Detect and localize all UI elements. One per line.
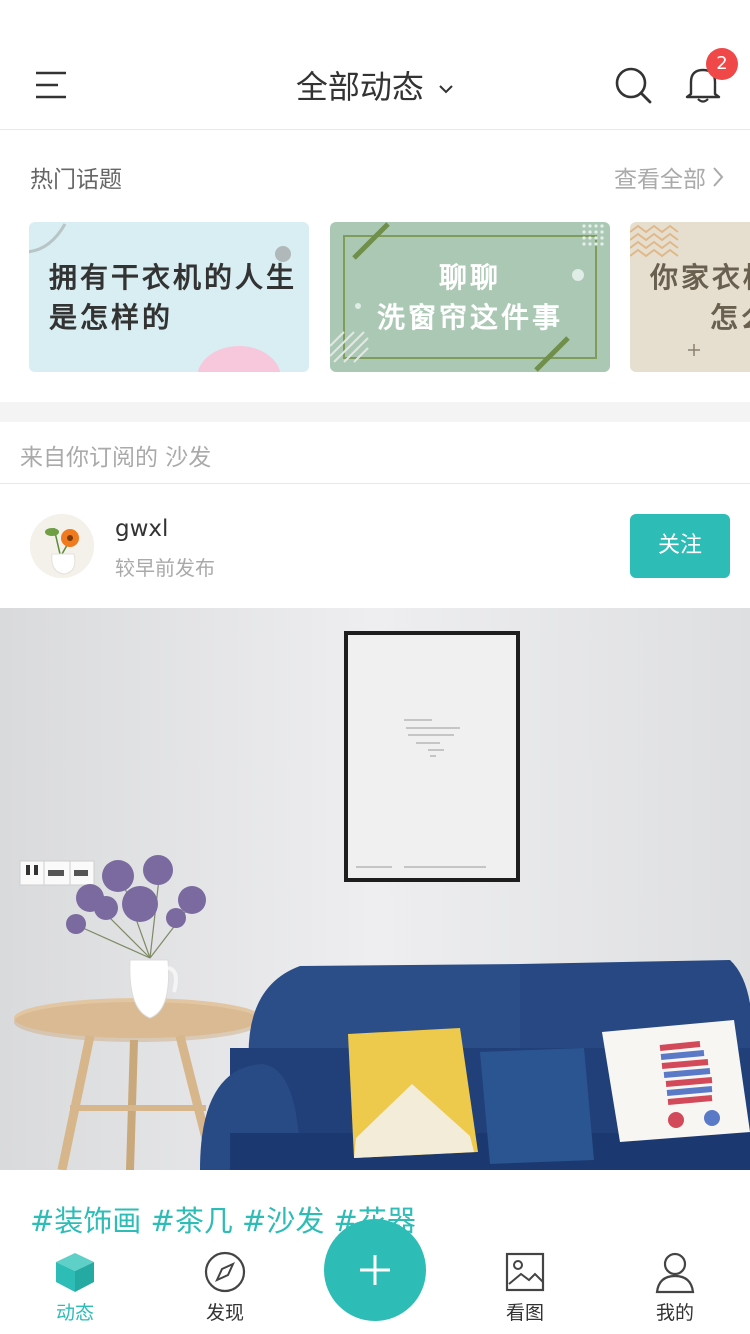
person-icon xyxy=(655,1252,695,1294)
page-title: 全部动态 xyxy=(295,68,424,106)
tab-pictures[interactable]: 看图 xyxy=(475,1250,575,1325)
username[interactable]: gwxl xyxy=(115,516,168,542)
tab-pictures-label: 看图 xyxy=(505,1302,544,1324)
post-photo[interactable] xyxy=(0,608,750,1170)
see-all-link[interactable]: 查看全部 xyxy=(614,160,724,194)
topic-card[interactable]: 你家衣柜 怎么 xyxy=(630,222,750,372)
topic-card-title: 聊聊 洗窗帘这件事 xyxy=(376,261,563,334)
topic-card[interactable]: 拥有干衣机的人生 是怎样的 xyxy=(29,222,309,372)
topic-card[interactable]: 聊聊 洗窗帘这件事 xyxy=(330,222,610,372)
top-header: 全部动态 2 xyxy=(0,0,750,130)
section-divider xyxy=(0,402,750,422)
tab-me[interactable]: 我的 xyxy=(625,1250,725,1325)
hot-topics-title: 热门话题 xyxy=(30,167,122,193)
divider xyxy=(0,483,750,484)
tab-discover[interactable]: 发现 xyxy=(175,1250,275,1325)
chevron-right-icon xyxy=(713,167,724,187)
subscription-source-label: 来自你订阅的 沙发 xyxy=(20,445,212,471)
cube-icon xyxy=(56,1253,94,1292)
topic-card-title: 你家衣柜 怎么 xyxy=(650,261,750,334)
topic-card-title: 拥有干衣机的人生 是怎样的 xyxy=(49,261,298,334)
follow-button[interactable]: 关注 xyxy=(630,514,730,578)
plus-icon xyxy=(360,1255,390,1285)
tab-me-label: 我的 xyxy=(655,1302,694,1324)
chevron-down-icon xyxy=(439,85,453,94)
tab-feed[interactable]: 动态 xyxy=(25,1250,125,1325)
hot-topics-carousel[interactable]: 拥有干衣机的人生 是怎样的 聊聊 洗窗帘这件事 你家衣 怎 xyxy=(29,222,750,372)
notification-badge: 2 xyxy=(706,48,738,80)
avatar[interactable] xyxy=(30,514,94,578)
tab-feed-label: 动态 xyxy=(55,1302,94,1324)
tab-discover-label: 发现 xyxy=(205,1302,244,1324)
create-post-button[interactable] xyxy=(324,1219,426,1321)
search-icon[interactable] xyxy=(614,66,652,104)
living-room-photo xyxy=(0,608,750,1170)
compass-icon xyxy=(204,1251,246,1293)
see-all-label: 查看全部 xyxy=(614,167,706,193)
image-icon xyxy=(505,1252,545,1292)
flower-vase-avatar-image xyxy=(30,514,94,578)
post-time: 较早前发布 xyxy=(115,556,215,580)
